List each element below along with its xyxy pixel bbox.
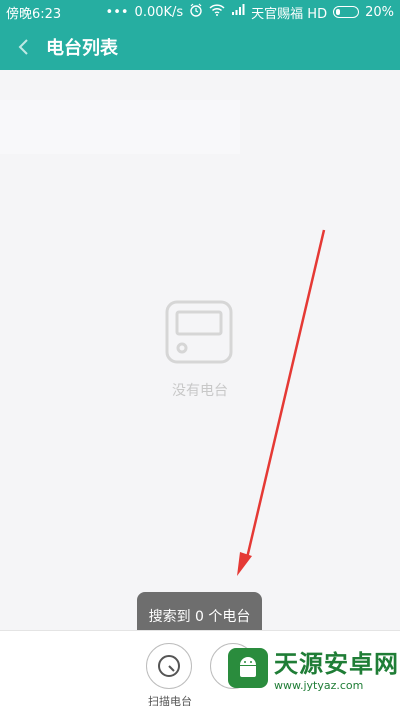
status-right: ••• 0.00K/s 天官赐福 HD 20% (106, 3, 394, 22)
scan-dial-icon (158, 655, 180, 677)
watermark: 天源安卓网 www.jytyaz.com (228, 630, 400, 706)
android-logo-icon (228, 648, 268, 688)
watermark-url: www.jytyaz.com (274, 679, 364, 692)
carrier-name: 天官赐福 HD (251, 6, 328, 22)
app-bar: 电台列表 (0, 24, 400, 70)
toast-text: 搜索到 0 个电台 (148, 609, 251, 625)
page-title: 电台列表 (46, 38, 118, 59)
status-bar: 傍晚6:23 ••• 0.00K/s 天官赐福 HD 20% (0, 0, 400, 24)
scan-label: 扫描电台 (148, 695, 192, 706)
alarm-icon (189, 3, 203, 21)
status-time: 傍晚6:23 (6, 6, 62, 22)
radio-empty-icon (165, 300, 233, 364)
back-icon[interactable] (0, 24, 46, 70)
signal-icon (231, 4, 245, 20)
wifi-icon (209, 4, 225, 20)
watermark-title: 天源安卓网 (274, 650, 399, 678)
status-dots: ••• (105, 4, 129, 20)
battery-icon (333, 6, 360, 18)
scan-stations-button[interactable]: 扫描电台 (140, 639, 200, 706)
battery-percent: 20% (365, 4, 394, 20)
empty-state-text: 没有电台 (172, 383, 228, 399)
faded-list-row (0, 100, 240, 154)
network-speed: 0.00K/s (134, 4, 184, 20)
scan-circle (146, 643, 192, 689)
